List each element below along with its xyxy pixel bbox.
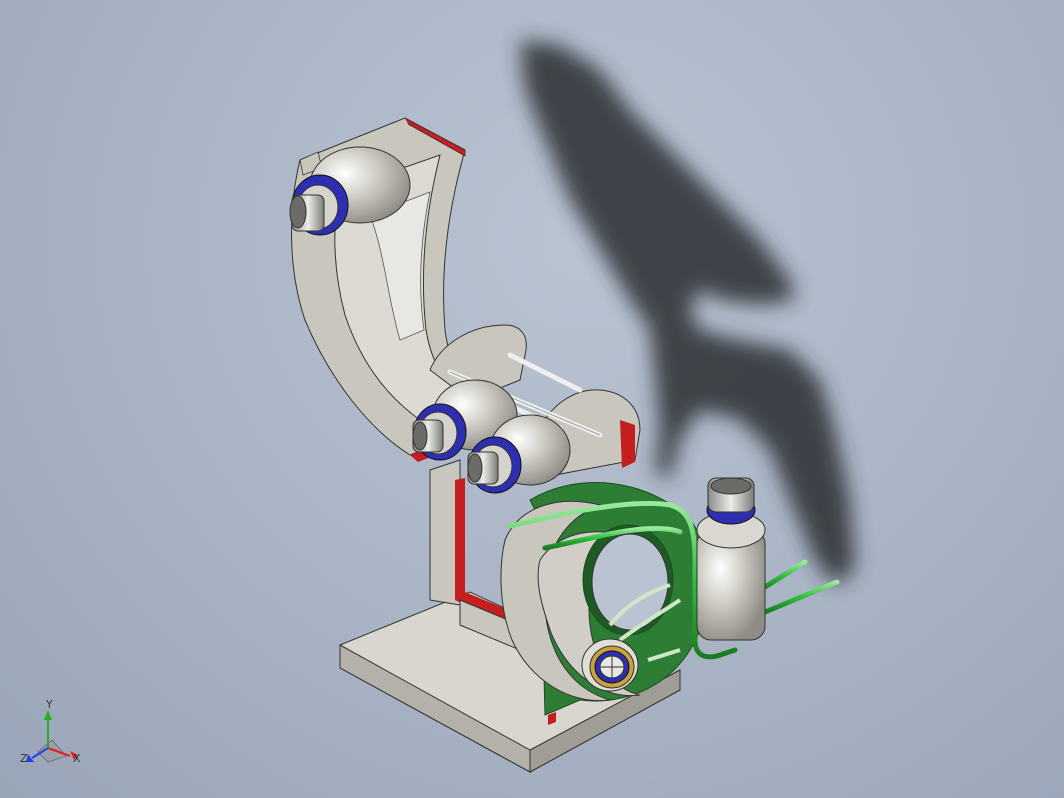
z-axis-label: Z <box>20 752 28 765</box>
bearing-hub[interactable] <box>581 638 639 692</box>
y-axis-arrow <box>44 710 52 720</box>
model-scene[interactable]: Y X Z <box>0 0 1064 798</box>
cad-viewport[interactable]: Y X Z <box>0 0 1064 798</box>
coordinate-triad: Y X Z <box>20 698 81 765</box>
y-axis-label: Y <box>45 698 53 711</box>
x-axis-label: X <box>73 752 81 765</box>
side-bottle[interactable] <box>696 477 766 641</box>
